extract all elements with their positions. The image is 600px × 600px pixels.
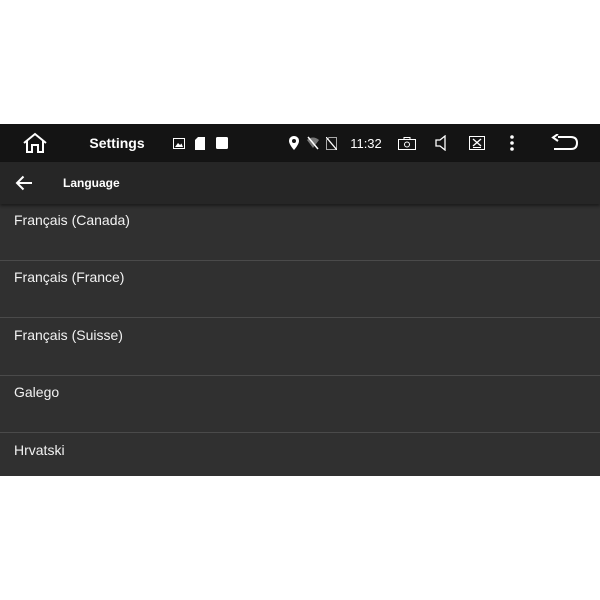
app-bar: Language xyxy=(0,162,600,204)
back-icon xyxy=(551,134,579,150)
status-bar-title: Settings xyxy=(89,135,145,151)
more-vert-icon xyxy=(510,135,514,151)
camera-icon xyxy=(398,136,416,150)
device-screen: Settings 11:32 Language Français (Canada… xyxy=(0,124,600,476)
language-label: Français (France) xyxy=(14,269,125,285)
system-back-button[interactable] xyxy=(548,124,582,162)
home-button[interactable] xyxy=(18,124,52,162)
page-title: Language xyxy=(63,176,120,190)
arrow-back-icon xyxy=(15,175,32,191)
language-label: Français (Canada) xyxy=(14,212,130,228)
close-window-button[interactable] xyxy=(466,124,488,162)
more-options-button[interactable] xyxy=(503,124,521,162)
square-notification-icon xyxy=(214,124,230,162)
camera-button[interactable] xyxy=(396,124,418,162)
volume-button[interactable] xyxy=(432,124,450,162)
navigate-up-button[interactable] xyxy=(10,170,38,196)
language-label: Galego xyxy=(14,384,60,400)
wifi-off-icon xyxy=(304,124,322,162)
no-sim-icon xyxy=(323,124,339,162)
language-label: Hrvatski xyxy=(14,442,65,458)
close-window-icon xyxy=(469,136,485,150)
sd-card-icon xyxy=(193,124,207,162)
language-item[interactable]: Français (Canada) xyxy=(0,204,600,261)
volume-icon xyxy=(435,135,446,151)
clock: 11:32 xyxy=(350,135,382,151)
language-item[interactable]: Hrvatski xyxy=(0,434,600,476)
image-notification-icon xyxy=(171,124,187,162)
status-bar: Settings 11:32 xyxy=(0,124,600,162)
language-item[interactable]: Français (France) xyxy=(0,261,600,318)
language-item[interactable]: Français (Suisse) xyxy=(0,319,600,376)
location-icon xyxy=(286,124,302,162)
language-list: Français (Canada) Français (France) Fran… xyxy=(0,204,600,476)
language-label: Français (Suisse) xyxy=(14,327,123,343)
language-item[interactable]: Galego xyxy=(0,376,600,433)
home-icon xyxy=(23,132,47,153)
